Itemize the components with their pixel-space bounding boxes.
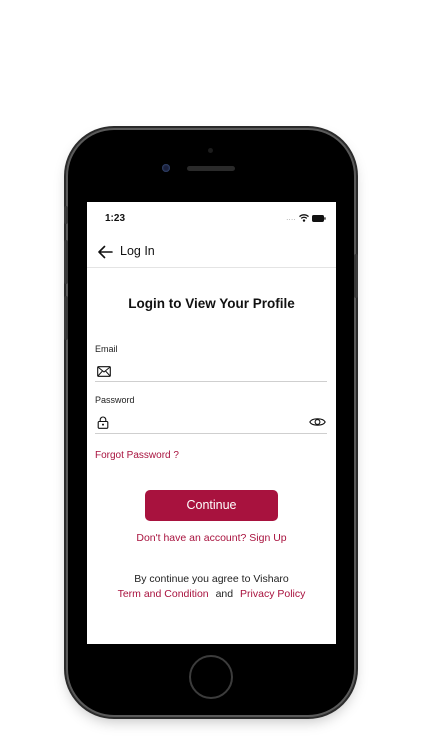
email-field[interactable] [95, 362, 327, 382]
lock-icon [97, 416, 109, 429]
battery-icon [312, 214, 326, 222]
terms-link[interactable]: Term and Condition [118, 588, 209, 600]
nav-title: Log In [120, 244, 155, 258]
silent-switch [64, 206, 68, 224]
email-label: Email [95, 344, 118, 354]
wifi-icon [299, 214, 309, 222]
stage: 1:23 .... Log In Login to View Your Prof… [0, 0, 422, 750]
earpiece-speaker [187, 166, 235, 171]
status-bar: 1:23 .... [87, 202, 336, 236]
privacy-link[interactable]: Privacy Policy [240, 588, 305, 600]
password-label: Password [95, 395, 135, 405]
continue-button[interactable]: Continue [145, 490, 278, 521]
eye-icon[interactable] [309, 416, 326, 428]
arrow-left-icon[interactable] [97, 245, 113, 259]
forgot-password-link[interactable]: Forgot Password ? [95, 450, 179, 461]
and-text: and [215, 588, 234, 600]
power-button [354, 254, 358, 298]
status-time: 1:23 [105, 213, 126, 224]
email-input[interactable] [117, 363, 297, 379]
nav-bar: Log In [87, 236, 336, 268]
password-field[interactable] [95, 414, 327, 434]
page-title: Login to View Your Profile [128, 296, 295, 311]
signal-dots-icon: .... [286, 214, 296, 222]
agree-text: By continue you agree to Visharo [134, 573, 289, 585]
volume-down-button [64, 296, 68, 340]
app-screen: 1:23 .... Log In Login to View Your Prof… [87, 202, 336, 644]
home-button[interactable] [189, 655, 233, 699]
sign-up-link[interactable]: Don't have an account? Sign Up [87, 532, 336, 544]
status-icons: .... [286, 214, 326, 222]
front-camera [162, 164, 170, 172]
terms-line: Term and Condition and Privacy Policy [87, 588, 336, 600]
volume-up-button [64, 240, 68, 284]
proximity-sensor [208, 148, 213, 153]
password-input[interactable] [117, 415, 297, 431]
envelope-icon [97, 366, 111, 377]
